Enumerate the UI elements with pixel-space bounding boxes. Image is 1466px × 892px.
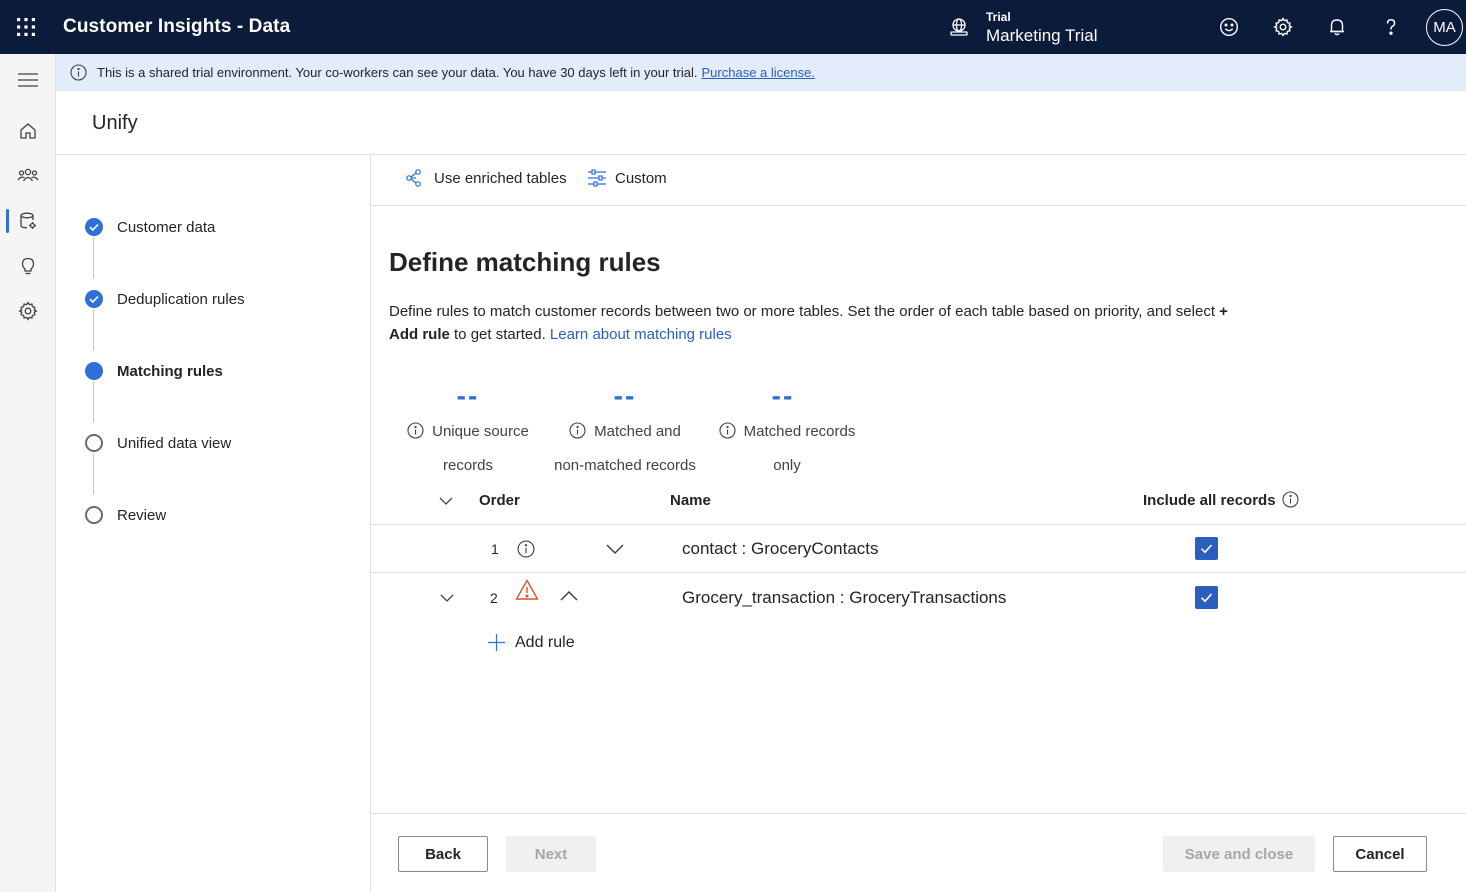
footer-divider: [371, 813, 1466, 814]
stat-label: records: [442, 457, 494, 474]
data-icon[interactable]: [0, 201, 56, 241]
trial-banner: This is a shared trial environment. Your…: [56, 54, 1466, 91]
add-rule-label: Add rule: [515, 633, 575, 651]
active-indicator: [6, 209, 9, 233]
smiley-icon[interactable]: [1217, 15, 1241, 39]
info-icon[interactable]: [1282, 491, 1299, 513]
banner-message: This is a shared trial environment. Your…: [97, 65, 815, 80]
checkmark-icon: [1200, 593, 1213, 603]
left-rail: [0, 54, 56, 892]
info-icon[interactable]: [407, 419, 424, 450]
use-enriched-tables-button[interactable]: Use enriched tables: [406, 169, 567, 187]
stat-label: Matched records: [743, 423, 856, 440]
top-bar: Customer Insights - Data Trial Marketing…: [0, 0, 1466, 54]
step-pending-icon: [85, 434, 103, 452]
settings-icon[interactable]: [0, 291, 56, 331]
steps-panel: Customer data Deduplication rules Matchi…: [56, 155, 371, 892]
order-number: 1: [491, 541, 499, 557]
step-complete-icon: [85, 218, 103, 236]
step-connector: [93, 453, 94, 495]
custom-label: Custom: [615, 169, 667, 187]
column-header-order[interactable]: Order: [479, 492, 520, 509]
include-all-checkbox[interactable]: [1195, 537, 1218, 560]
banner-text: This is a shared trial environment. Your…: [97, 65, 698, 80]
stat-label: non-matched records: [554, 457, 696, 474]
purchase-license-link[interactable]: Purchase a license.: [702, 65, 815, 80]
row-divider: [371, 524, 1466, 525]
stat-matched-nonmatched: Matched and non-matched records: [545, 416, 705, 481]
page-title: Unify: [92, 112, 138, 134]
custom-button[interactable]: Custom: [587, 169, 667, 187]
help-icon[interactable]: [1379, 15, 1403, 39]
step-connector: [93, 309, 94, 351]
avatar[interactable]: MA: [1426, 9, 1463, 46]
move-down-chevron-down-icon[interactable]: [605, 541, 625, 562]
step-connector: [93, 237, 94, 279]
next-button[interactable]: Next: [506, 836, 596, 872]
row-divider: [371, 572, 1466, 573]
info-icon: [70, 64, 87, 81]
plus-icon: [488, 634, 505, 651]
stat-unique-source: Unique source records: [398, 416, 538, 481]
sliders-icon: [588, 169, 606, 187]
step-deduplication-rules[interactable]: Deduplication rules: [117, 291, 245, 308]
stat-label: Matched and: [594, 423, 681, 440]
stat-matched-nonmatched-value: --: [613, 380, 637, 411]
waffle-icon[interactable]: [16, 17, 36, 37]
stat-matched-only: Matched records only: [708, 416, 866, 481]
move-up-chevron-up-icon[interactable]: [559, 588, 579, 609]
bell-icon[interactable]: [1325, 15, 1349, 39]
environment-name[interactable]: Marketing Trial: [986, 26, 1097, 46]
section-description: Define rules to match customer records b…: [389, 300, 1239, 346]
globe-icon[interactable]: [948, 16, 970, 38]
step-complete-icon: [85, 290, 103, 308]
stat-unique-source-value: --: [456, 380, 480, 411]
step-review[interactable]: Review: [117, 507, 166, 524]
step-connector: [93, 381, 94, 423]
info-icon[interactable]: [569, 419, 586, 450]
people-icon[interactable]: [0, 156, 56, 196]
table-name: Grocery_transaction : GroceryTransaction…: [682, 588, 1007, 607]
stat-label: only: [773, 457, 801, 474]
order-number: 2: [490, 590, 498, 606]
gear-icon[interactable]: [1271, 15, 1295, 39]
description-text-2: to get started.: [449, 326, 550, 343]
step-unified-data-view[interactable]: Unified data view: [117, 435, 231, 452]
menu-icon[interactable]: [0, 60, 56, 100]
column-header-include-all: Include all records: [1143, 492, 1276, 509]
stat-matched-only-value: --: [771, 380, 795, 411]
table-name: contact : GroceryContacts: [682, 539, 879, 558]
add-rule-button[interactable]: Add rule: [487, 633, 575, 652]
checkmark-icon: [1200, 544, 1213, 554]
stat-label: Unique source: [432, 423, 529, 440]
column-header-name[interactable]: Name: [670, 492, 711, 509]
environment-label: Trial: [986, 10, 1011, 24]
enriched-tables-icon: [406, 169, 421, 187]
learn-matching-rules-link[interactable]: Learn about matching rules: [550, 326, 732, 343]
description-text-1: Define rules to match customer records b…: [389, 303, 1220, 320]
include-all-checkbox[interactable]: [1195, 586, 1218, 609]
warning-icon[interactable]: [515, 578, 539, 607]
info-icon[interactable]: [517, 540, 535, 563]
expand-row-chevron-down-icon[interactable]: [439, 590, 455, 611]
section-title: Define matching rules: [389, 247, 661, 277]
command-bar: Use enriched tables Custom: [371, 155, 1466, 206]
save-and-close-button[interactable]: Save and close: [1163, 836, 1315, 872]
app-title[interactable]: Customer Insights - Data: [63, 16, 290, 38]
expand-all-chevron-down-icon[interactable]: [438, 493, 454, 514]
use-enriched-tables-label: Use enriched tables: [434, 169, 567, 187]
step-current-icon: [85, 362, 103, 380]
home-icon[interactable]: [0, 111, 56, 151]
lightbulb-icon[interactable]: [0, 246, 56, 286]
back-button[interactable]: Back: [398, 836, 488, 872]
cancel-button[interactable]: Cancel: [1333, 836, 1427, 872]
step-pending-icon: [85, 506, 103, 524]
step-matching-rules[interactable]: Matching rules: [117, 363, 223, 380]
step-customer-data[interactable]: Customer data: [117, 219, 215, 236]
info-icon[interactable]: [719, 419, 736, 450]
